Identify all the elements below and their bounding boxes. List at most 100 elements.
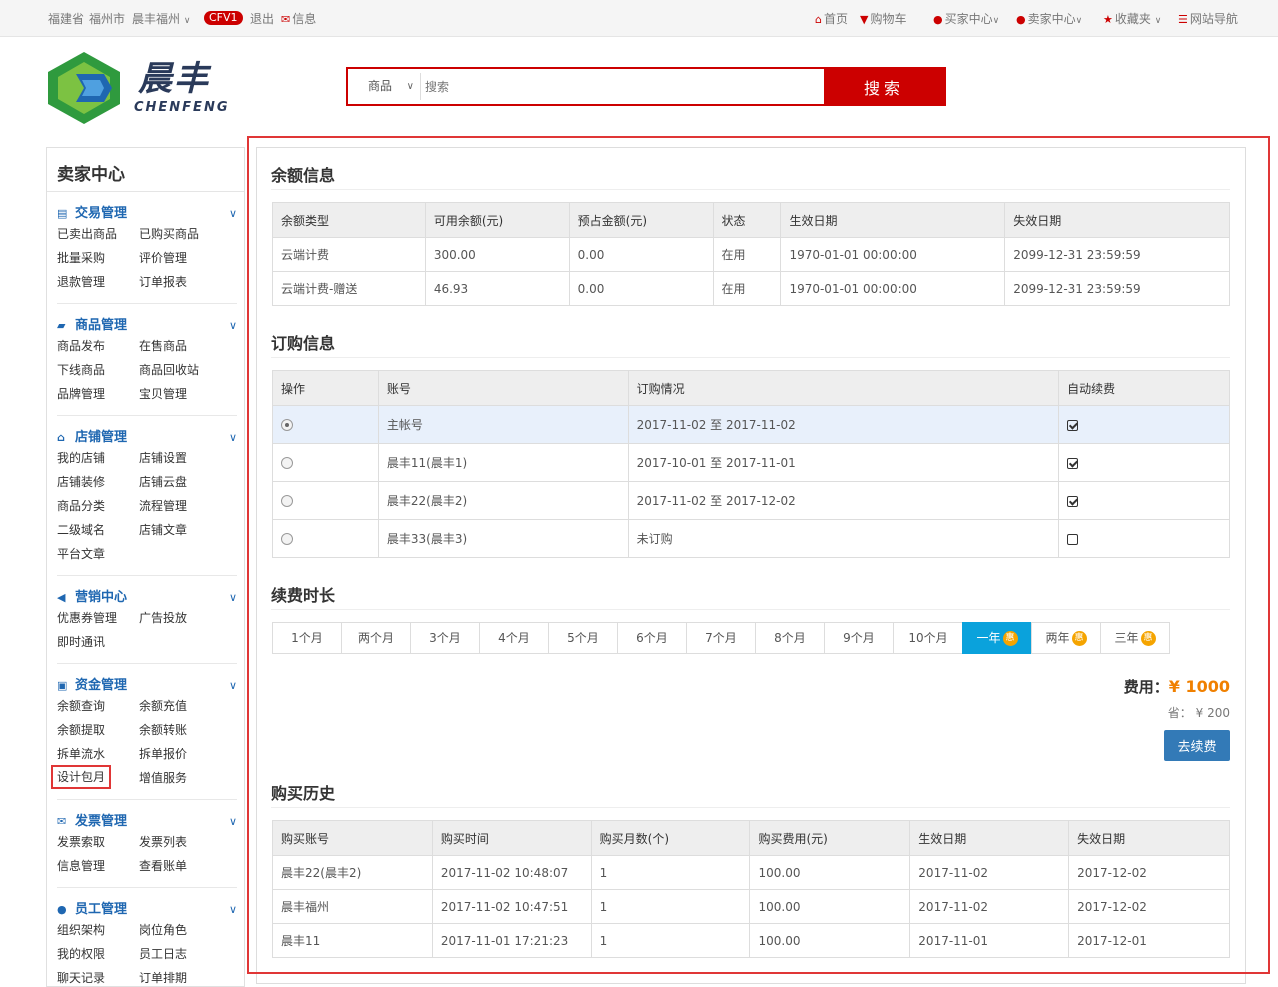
- sidebar-item[interactable]: 余额转账: [139, 722, 187, 738]
- sidebar-item[interactable]: 已购买商品: [139, 226, 199, 242]
- sidebar-item[interactable]: 退款管理: [57, 274, 105, 290]
- sidebar-item[interactable]: 店铺装修: [57, 474, 105, 490]
- sidebar-item[interactable]: 店铺文章: [139, 522, 187, 538]
- sidebar-item[interactable]: 拆单流水: [57, 746, 105, 762]
- favorites-menu[interactable]: ★ 收藏夹 ∨: [1103, 11, 1161, 29]
- sidebar-item[interactable]: 店铺设置: [139, 450, 187, 466]
- table-row[interactable]: 晨丰33(晨丰3) 未订购: [272, 519, 1230, 558]
- site-nav-menu[interactable]: ☰ 网站导航: [1178, 11, 1238, 28]
- duration-option[interactable]: 6个月: [617, 622, 687, 654]
- fee-amount: ¥ 1000: [1168, 677, 1230, 696]
- sidebar-item[interactable]: 增值服务: [139, 770, 187, 786]
- duration-option[interactable]: 3个月: [410, 622, 480, 654]
- sidebar-item[interactable]: 员工日志: [139, 946, 187, 962]
- sidebar-group-header[interactable]: ▤ 交易管理 ∨: [57, 204, 237, 224]
- auto-renew-checkbox[interactable]: [1067, 533, 1079, 545]
- row-select-radio[interactable]: [281, 457, 293, 469]
- sidebar-item[interactable]: 评价管理: [139, 250, 187, 266]
- sidebar-item[interactable]: 品牌管理: [57, 386, 105, 402]
- sidebar-group-header[interactable]: ⌂ 店铺管理 ∨: [57, 428, 237, 448]
- sidebar-item-active[interactable]: 设计包月: [51, 765, 112, 789]
- city-link[interactable]: 福州市: [89, 11, 125, 27]
- discount-badge: 惠: [1140, 631, 1156, 646]
- table-cell: 2017-11-02: [909, 855, 1070, 890]
- sidebar-item[interactable]: 商品回收站: [139, 362, 199, 378]
- chevron-down-icon: ∨: [1075, 16, 1083, 26]
- sidebar-item[interactable]: 宝贝管理: [139, 386, 187, 402]
- user-icon: ●: [1016, 13, 1026, 26]
- duration-option-selected[interactable]: 一年惠: [962, 622, 1032, 654]
- sidebar-item[interactable]: 组织架构: [57, 922, 105, 938]
- search-category-select[interactable]: 商品 ∨: [348, 69, 420, 104]
- table-row[interactable]: 晨丰11(晨丰1) 2017-10-01 至 2017-11-01: [272, 443, 1230, 482]
- sidebar-item[interactable]: 批量采购: [57, 250, 105, 266]
- auto-renew-checkbox[interactable]: [1067, 419, 1079, 431]
- sidebar-item[interactable]: 二级域名: [57, 522, 105, 538]
- sidebar: 卖家中心 ▤ 交易管理 ∨ 已卖出商品 已购买商品 批量采购 评价管理 退款管理 订…: [46, 147, 245, 987]
- sidebar-item[interactable]: 发票列表: [139, 834, 187, 850]
- sidebar-item[interactable]: 发票索取: [57, 834, 105, 850]
- sidebar-item[interactable]: 商品分类: [57, 498, 105, 514]
- column-header: 生效日期: [780, 202, 1006, 238]
- sidebar-item[interactable]: 商品发布: [57, 338, 105, 354]
- sidebar-item[interactable]: 优惠券管理: [57, 610, 117, 626]
- sidebar-item[interactable]: 在售商品: [139, 338, 187, 354]
- row-select-radio[interactable]: [281, 419, 293, 431]
- duration-option[interactable]: 5个月: [548, 622, 618, 654]
- sidebar-item[interactable]: 余额充值: [139, 698, 187, 714]
- sidebar-group-header[interactable]: ● 员工管理 ∨: [57, 900, 237, 920]
- sidebar-item[interactable]: 流程管理: [139, 498, 187, 514]
- row-select-radio[interactable]: [281, 533, 293, 545]
- column-header: 购买月数(个): [590, 820, 751, 856]
- sidebar-group-header[interactable]: ✉ 发票管理 ∨: [57, 812, 237, 832]
- table-header-row: 余额类型 可用余额(元) 预占金额(元) 状态 生效日期 失效日期: [272, 202, 1230, 238]
- duration-option[interactable]: 三年惠: [1100, 622, 1170, 654]
- sidebar-group-header[interactable]: ▰ 商品管理 ∨: [57, 316, 237, 336]
- duration-option[interactable]: 8个月: [755, 622, 825, 654]
- sidebar-item[interactable]: 平台文章: [57, 546, 105, 562]
- duration-option[interactable]: 两年惠: [1031, 622, 1101, 654]
- duration-option[interactable]: 两个月: [341, 622, 411, 654]
- sidebar-item[interactable]: 余额查询: [57, 698, 105, 714]
- history-section-title: 购买历史: [271, 784, 336, 803]
- sidebar-item[interactable]: 查看账单: [139, 858, 187, 874]
- seller-center-menu[interactable]: ● 卖家中心∨: [1016, 11, 1082, 29]
- logo[interactable]: 晨丰 CHENFENG: [46, 50, 246, 126]
- duration-option[interactable]: 9个月: [824, 622, 894, 654]
- sidebar-item[interactable]: 已卖出商品: [57, 226, 117, 242]
- sidebar-item[interactable]: 拆单报价: [139, 746, 187, 762]
- row-select-radio[interactable]: [281, 495, 293, 507]
- table-cell: 100.00: [749, 889, 911, 924]
- sidebar-item[interactable]: 我的权限: [57, 946, 105, 962]
- duration-option[interactable]: 10个月: [893, 622, 963, 654]
- user-link[interactable]: 晨丰福州 ∨: [132, 11, 190, 29]
- auto-renew-checkbox[interactable]: [1067, 457, 1079, 469]
- province-link[interactable]: 福建省: [48, 11, 84, 27]
- table-row[interactable]: 晨丰22(晨丰2) 2017-11-02 至 2017-12-02: [272, 481, 1230, 520]
- sidebar-item[interactable]: 我的店铺: [57, 450, 105, 466]
- renew-button[interactable]: 去续费: [1164, 730, 1230, 761]
- sidebar-item[interactable]: 岗位角色: [139, 922, 187, 938]
- duration-option[interactable]: 4个月: [479, 622, 549, 654]
- buyer-center-menu[interactable]: ● 买家中心∨: [933, 11, 999, 29]
- sidebar-item[interactable]: 即时通讯: [57, 634, 105, 650]
- search-input[interactable]: [420, 73, 822, 100]
- cart-link[interactable]: ▼ 购物车: [860, 11, 906, 28]
- search-button[interactable]: 搜索: [824, 69, 944, 104]
- sidebar-item[interactable]: 信息管理: [57, 858, 105, 874]
- home-link[interactable]: ⌂ 首页: [815, 11, 848, 28]
- sidebar-group-header[interactable]: ▣ 资金管理 ∨: [57, 676, 237, 696]
- message-link[interactable]: ✉ 信息: [281, 11, 316, 28]
- sidebar-item[interactable]: 广告投放: [139, 610, 187, 626]
- sidebar-item[interactable]: 订单报表: [139, 274, 187, 290]
- duration-option[interactable]: 7个月: [686, 622, 756, 654]
- sidebar-item[interactable]: 店铺云盘: [139, 474, 187, 490]
- logout-link[interactable]: 退出: [250, 11, 274, 27]
- sidebar-group-header[interactable]: ◀ 营销中心 ∨: [57, 588, 237, 608]
- table-row[interactable]: 主帐号 2017-11-02 至 2017-11-02: [272, 405, 1230, 444]
- auto-renew-checkbox[interactable]: [1067, 495, 1079, 507]
- sidebar-item[interactable]: 余额提取: [57, 722, 105, 738]
- sidebar-item[interactable]: 下线商品: [57, 362, 105, 378]
- duration-option[interactable]: 1个月: [272, 622, 342, 654]
- table-row: 晨丰22(晨丰2) 2017-11-02 10:48:07 1 100.00 2…: [272, 855, 1230, 890]
